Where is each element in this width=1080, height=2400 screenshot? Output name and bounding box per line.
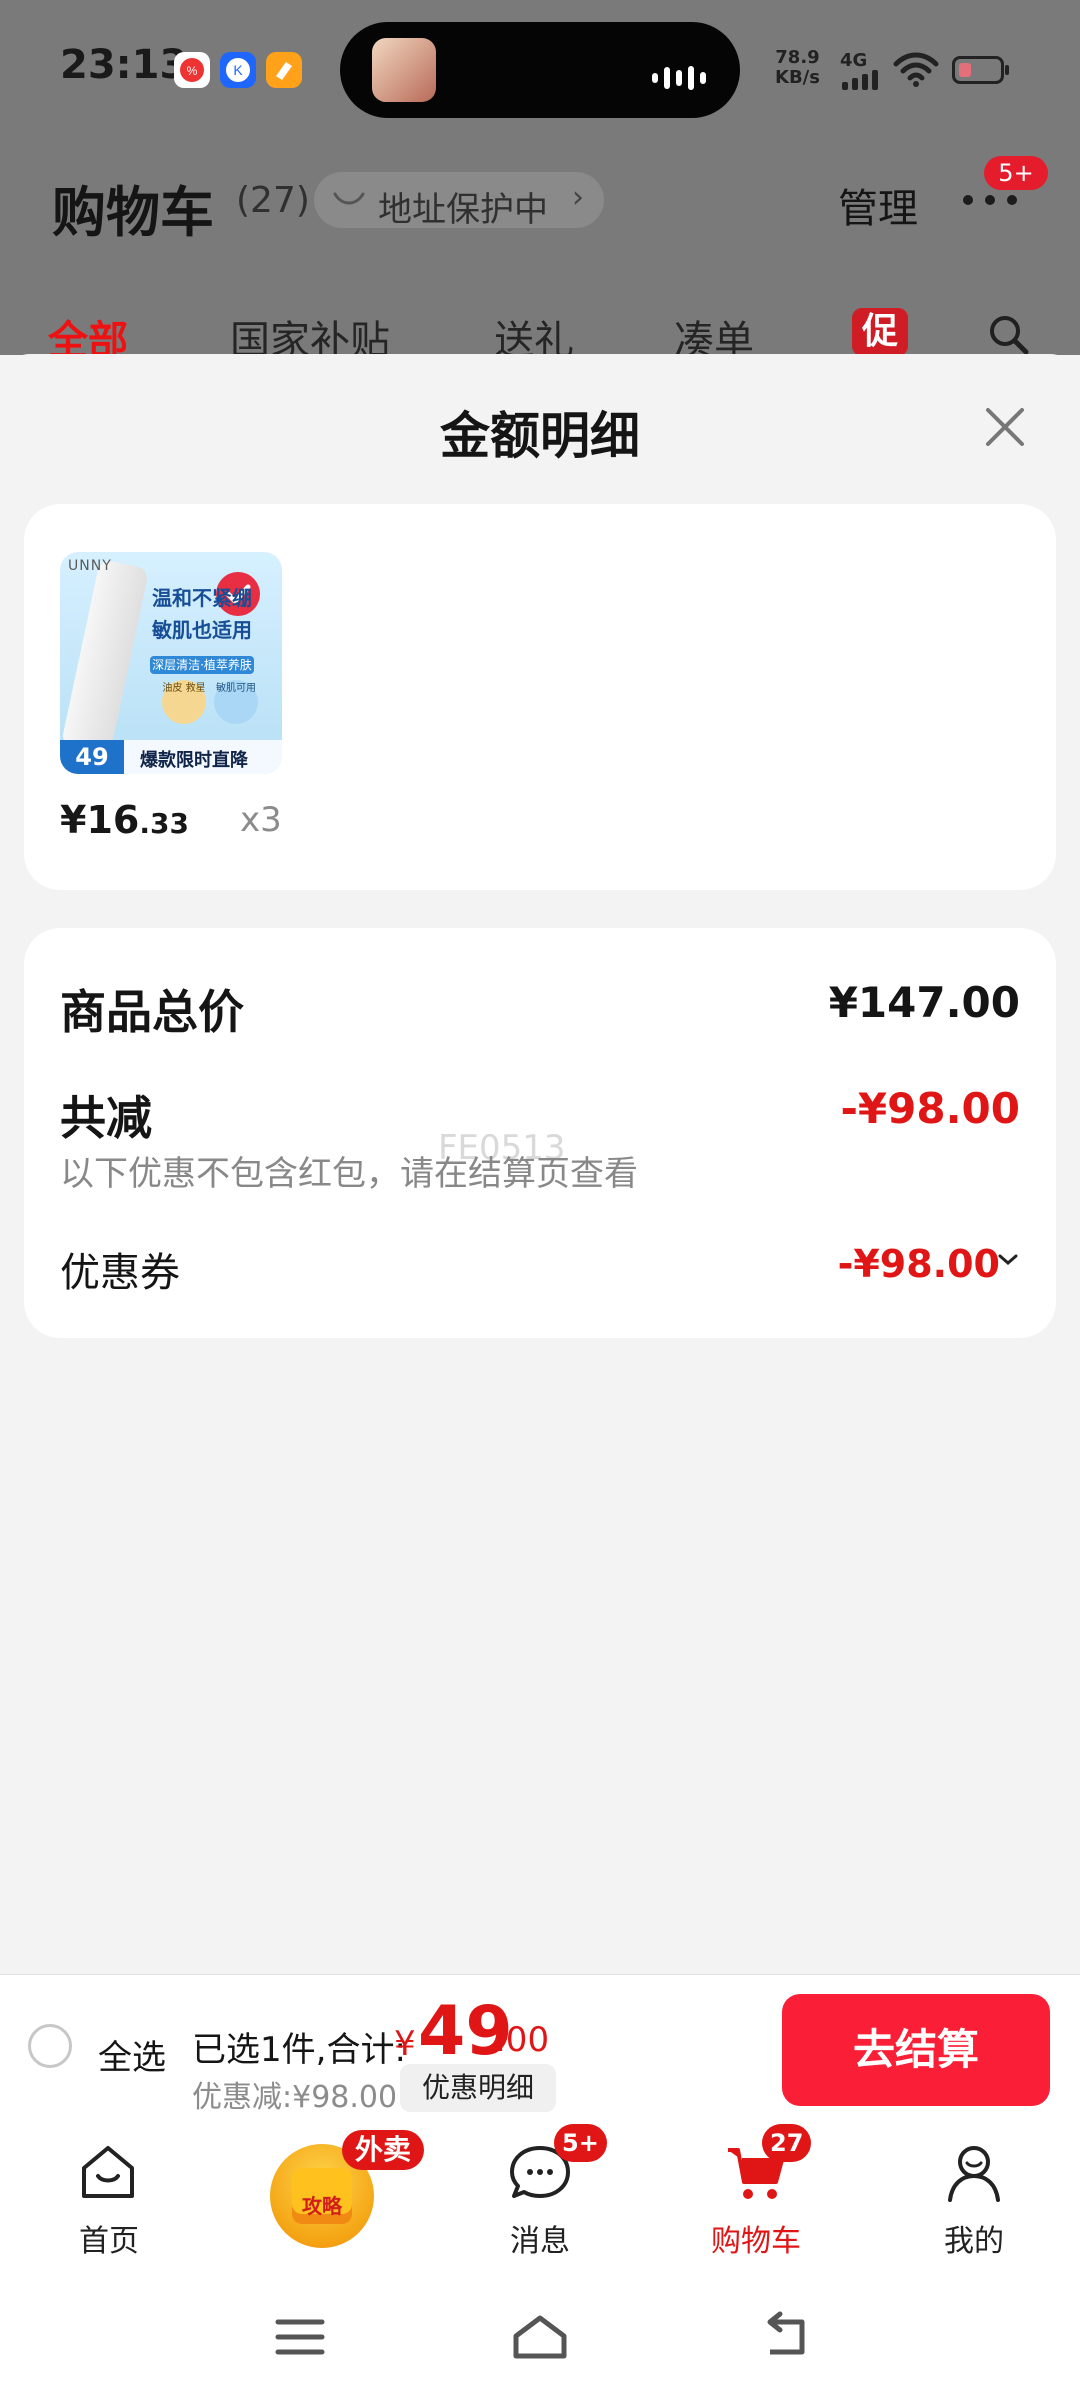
nav-strategy-label[interactable]: 攻略 (294, 2190, 350, 2219)
sheet-title: 金额明细 (440, 407, 640, 465)
battery-level (959, 63, 971, 77)
signal-icon (842, 70, 878, 90)
nav-profile-label[interactable]: 我的 (928, 2216, 1020, 2260)
page-title: 购物车 (52, 181, 214, 244)
smile-icon (332, 190, 366, 210)
k-app-icon: K (220, 52, 256, 88)
music-thumbnail-icon (372, 38, 436, 102)
image-line-2: 敏肌也适用 (152, 618, 252, 642)
tab-promo[interactable]: 促 (852, 308, 908, 356)
product-quantity: x3 (240, 800, 282, 840)
select-all-checkbox[interactable] (28, 2024, 72, 2068)
image-price-badge: 49 (60, 740, 124, 774)
total-currency: ¥ (394, 2024, 416, 2064)
more-badge: 5+ (984, 156, 1048, 190)
svg-text:K: K (233, 62, 243, 78)
address-protection-text: 地址保护中 (378, 190, 548, 230)
manage-button[interactable]: 管理 (838, 176, 918, 234)
chat-app-icon: % (174, 52, 210, 88)
image-badge-oily: 油皮 救星 (162, 680, 206, 724)
nav-message-label[interactable]: 消息 (494, 2216, 586, 2260)
reduction-value: -¥98.00 (840, 1084, 1020, 1133)
close-icon[interactable] (980, 402, 1030, 452)
status-time: 23:13 (60, 42, 188, 88)
product-image[interactable]: UNNY 温和不紧绷 敏肌也适用 深层清洁·植萃养肤 油皮 救星 敏肌可用 49… (60, 552, 282, 774)
checkout-button[interactable]: 去结算 (782, 1994, 1050, 2106)
battery-icon (952, 56, 1009, 84)
wifi-icon (892, 50, 940, 90)
coupon-label: 优惠券 (60, 1250, 180, 1296)
coupon-value[interactable]: -¥98.00 (838, 1242, 1000, 1286)
image-brand: UNNY (68, 558, 112, 574)
svg-text:%: % (187, 64, 198, 78)
profile-icon[interactable] (940, 2138, 1008, 2206)
product-price-decimal: .33 (139, 807, 189, 840)
nav-cart-label[interactable]: 购物车 (704, 2216, 808, 2260)
search-icon[interactable] (986, 312, 1032, 358)
discount-text: 优惠减:¥98.00 (192, 2080, 398, 2115)
image-caption: 爆款限时直降 (140, 750, 248, 771)
audio-wave-icon (652, 66, 706, 90)
chevron-right-icon: › (572, 180, 584, 215)
select-all-label[interactable]: 全选 (98, 2030, 166, 2079)
total-decimal: .00 (495, 2020, 550, 2060)
product-price-main: ¥16 (60, 798, 140, 842)
selected-summary-text: 已选1件,合计: (192, 2030, 406, 2070)
reduction-note: 以下优惠不包含红包，请在结算页查看 (60, 1154, 638, 1194)
total-price-label: 商品总价 (60, 985, 244, 1039)
takeaway-badge: 外卖 (342, 2130, 424, 2170)
chevron-down-icon[interactable] (996, 1248, 1020, 1272)
image-line-1: 温和不紧绷 (152, 586, 252, 610)
more-icon[interactable] (960, 188, 1020, 212)
image-subline: 深层清洁·植萃养肤 (150, 656, 254, 674)
nav-home-label[interactable]: 首页 (64, 2216, 154, 2260)
network-type: 4G (840, 50, 868, 71)
image-badge-sensitive: 敏肌可用 (214, 680, 258, 724)
menu-icon[interactable] (268, 2310, 332, 2364)
cart-count: (27) (236, 180, 310, 221)
product-price: ¥16.33 (60, 798, 189, 842)
orange-app-icon (266, 52, 302, 88)
cart-badge: 27 (762, 2124, 812, 2162)
total-price-value: ¥147.00 (828, 978, 1020, 1027)
home-icon[interactable] (74, 2138, 142, 2206)
back-icon[interactable] (752, 2310, 816, 2364)
message-badge: 5+ (554, 2124, 607, 2162)
home-outline-icon[interactable] (508, 2310, 572, 2364)
reduction-label: 共减 (60, 1091, 152, 1145)
discount-detail-button[interactable]: 优惠明细 (400, 2064, 556, 2112)
network-speed: 78.9 KB/s (775, 47, 820, 88)
tube-illustration (60, 558, 150, 756)
